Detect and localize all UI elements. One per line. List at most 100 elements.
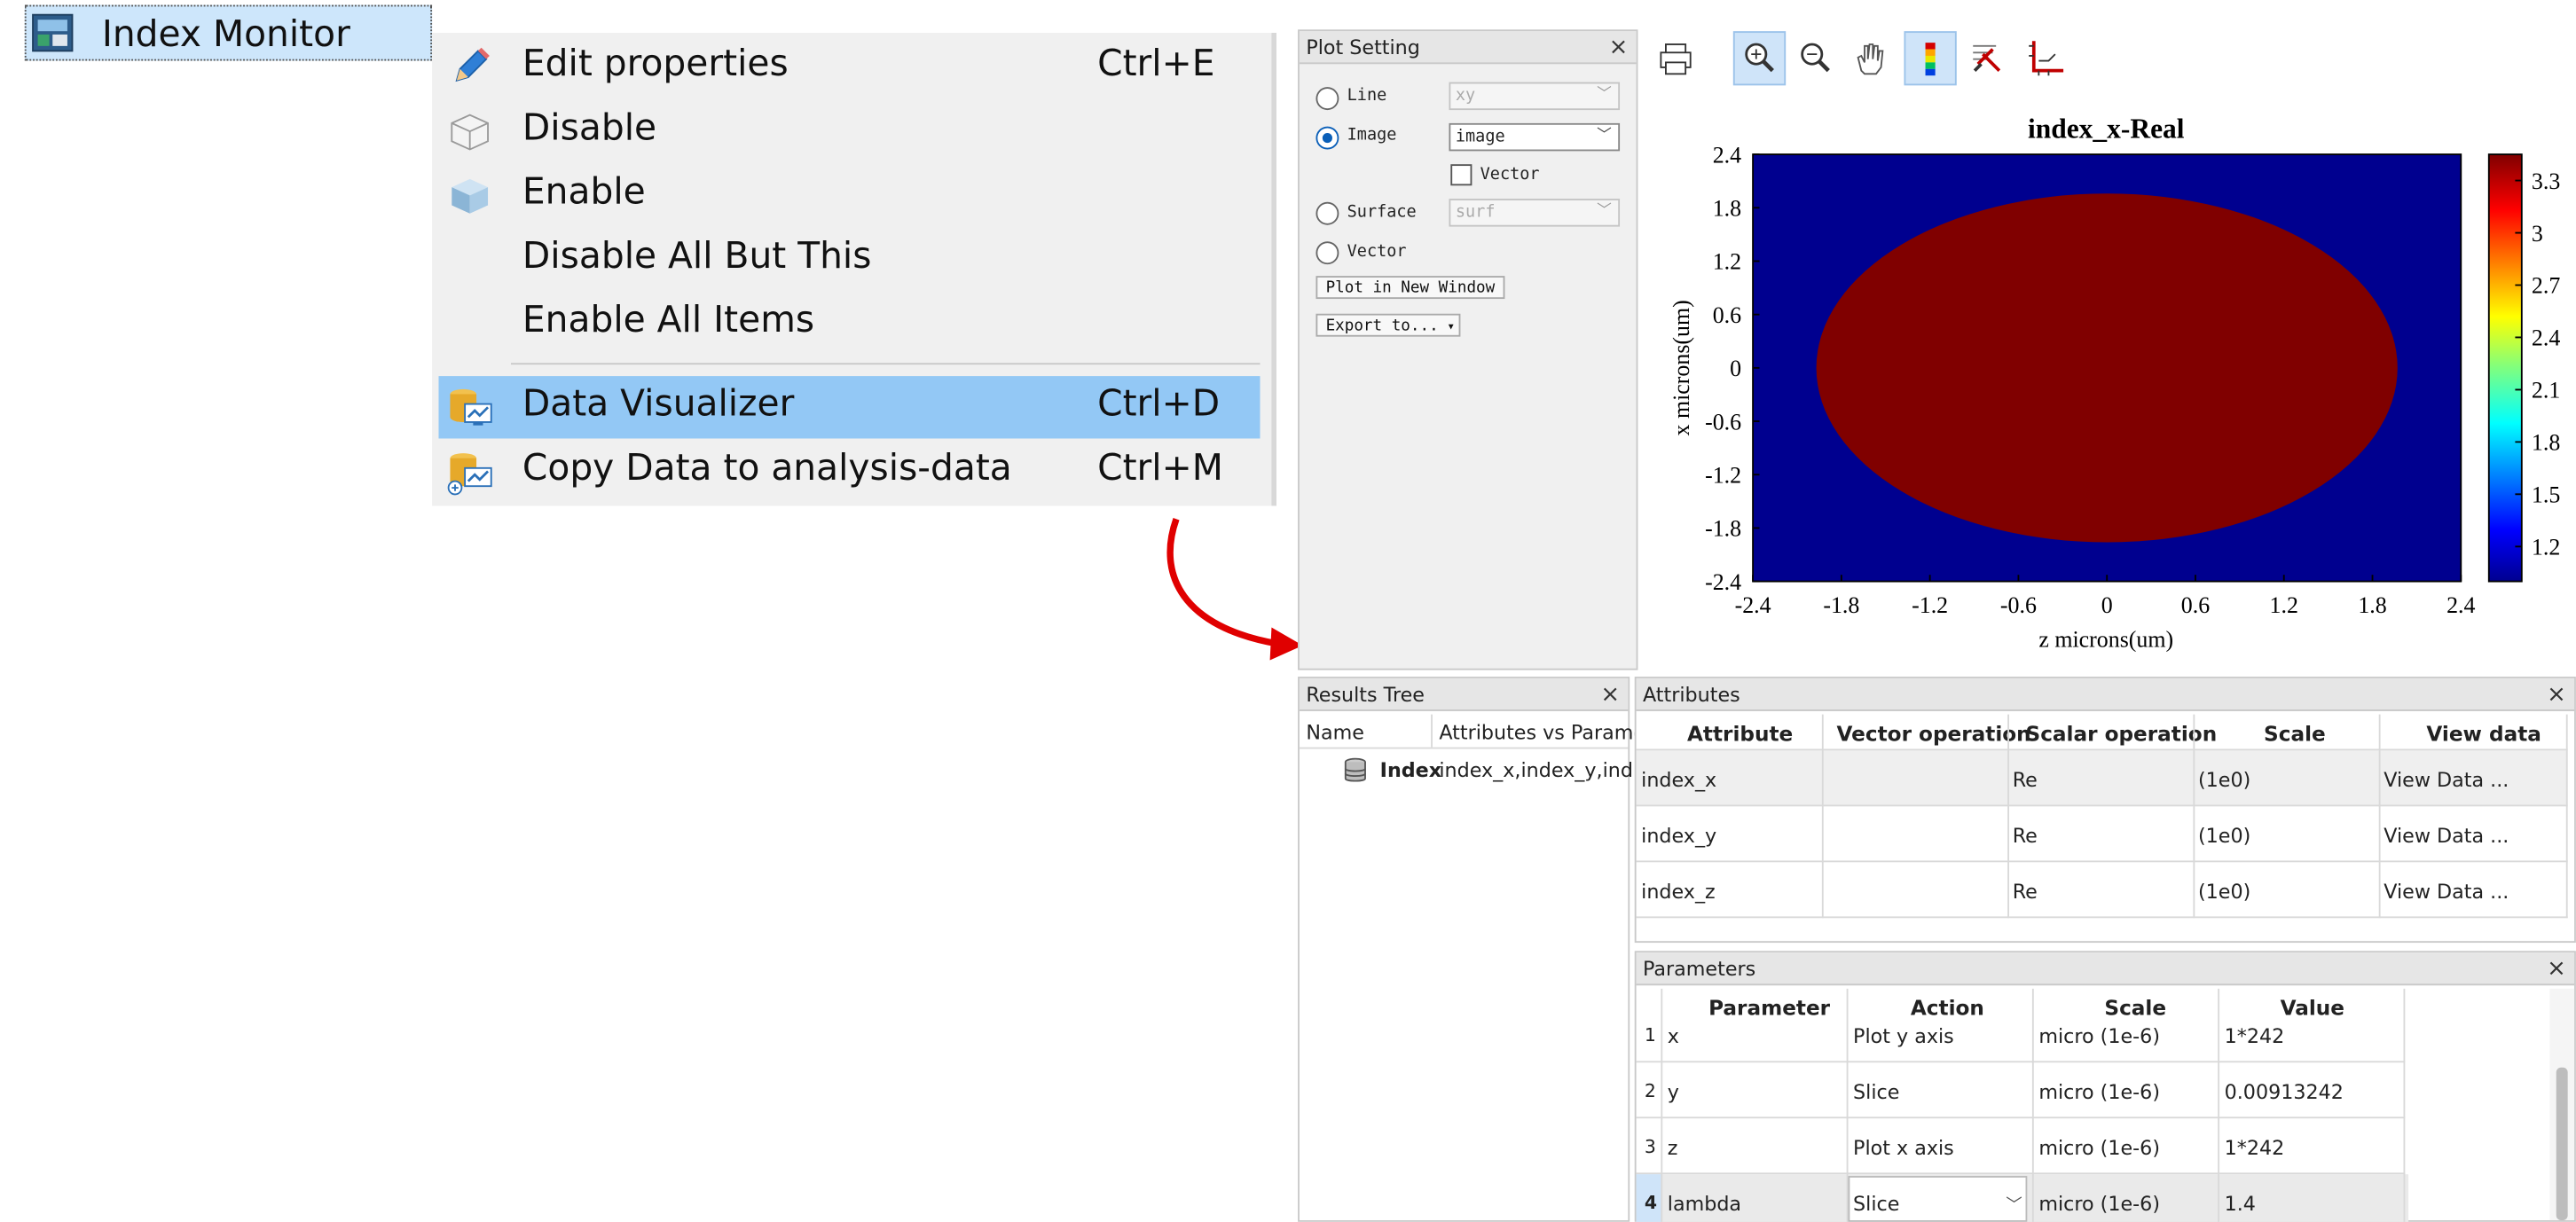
- export-to-button[interactable]: Export to... ▾: [1315, 313, 1460, 337]
- attributes-title-bar: Attributes ×: [1636, 678, 2575, 711]
- attributes-table: Attribute Vector operation Scalar operat…: [1636, 714, 2568, 936]
- zoom-in-icon: [1745, 43, 1774, 73]
- close-icon[interactable]: ×: [2547, 678, 2566, 711]
- radio-surface-label: Surface: [1347, 203, 1417, 223]
- heatmap-chart: index_x-Real -2.4 -1.8 -1.2 -0.6 0 0.6 1.2 1.8 2…: [1669, 114, 2561, 653]
- colorbar-tick-label: 1.2: [2532, 535, 2560, 560]
- print-button[interactable]: [1649, 31, 1701, 85]
- enabled-box-icon: [452, 178, 489, 214]
- menu-item-disable-all-but-this[interactable]: Disable All But This: [432, 228, 1260, 290]
- x-tick-label: 1.8: [2358, 592, 2386, 618]
- vector-checkbox-label: Vector: [1480, 166, 1540, 184]
- chart-title: index_x-Real: [2028, 114, 2185, 145]
- action-dropdown[interactable]: Slice ﹀: [1848, 1176, 2028, 1222]
- attributes-panel: Attributes × Attribute Vector operation …: [1634, 677, 2576, 944]
- axes-button[interactable]: [2019, 31, 2071, 85]
- y-axis-label: x microns(um): [1669, 300, 1694, 435]
- col-name: Name: [1306, 721, 1364, 744]
- y-axis-ticks: 2.4 1.8 1.2 0.6 0 -0.6 -1.2 -1.8 -2.4: [1705, 142, 1760, 595]
- y-tick-label: 0: [1730, 356, 1741, 381]
- table-row[interactable]: index_x Re (1e0) View Data ...: [1636, 750, 2568, 805]
- zoom-in-button[interactable]: [1732, 31, 1787, 86]
- image-select[interactable]: image ﹀: [1449, 122, 1621, 152]
- radio-line-label: Line: [1347, 87, 1387, 106]
- attr-header: View data: [2426, 721, 2541, 746]
- menu-item-edit-properties[interactable]: Edit properties Ctrl+E: [432, 36, 1260, 98]
- x-tick-label: 0: [2101, 592, 2113, 618]
- results-tree-title-bar: Results Tree ×: [1299, 678, 1629, 711]
- pan-hand-icon: [1857, 43, 1884, 75]
- y-tick-label: 1.8: [1713, 196, 1741, 222]
- surface-select: surf ﹀: [1449, 199, 1621, 227]
- colorbar-tick-label: 1.8: [2532, 430, 2560, 456]
- radio-image-label: Image: [1347, 126, 1397, 145]
- results-tree-panel: Results Tree × Name Attributes vs Parame…: [1298, 677, 1652, 1222]
- plot-toolbar: [1644, 29, 2576, 90]
- menu-item-enable[interactable]: Enable: [432, 164, 1260, 226]
- results-tree-row[interactable]: Index index_x,index_y,ind...: [1339, 754, 1652, 787]
- y-tick-label: -1.2: [1705, 462, 1741, 488]
- radio-image[interactable]: [1315, 126, 1339, 150]
- radio-line[interactable]: [1315, 87, 1339, 111]
- parameters-scrollbar[interactable]: [2549, 988, 2575, 1221]
- zoom-out-icon: [1801, 43, 1830, 73]
- colorbar-button[interactable]: [1904, 31, 1957, 86]
- results-tree-header: Name Attributes vs Parame: [1299, 714, 1645, 749]
- attr-header: Scale: [2264, 721, 2326, 746]
- plot-setting-title: Plot Setting: [1306, 35, 1420, 59]
- colorbar-tick-label: 2.4: [2532, 325, 2560, 351]
- tree-item-index-monitor[interactable]: Index Monitor: [24, 4, 433, 61]
- table-row[interactable]: 2 y Slice micro (1e-6) 0.00913242: [1637, 1062, 2408, 1116]
- axes-icon: [2029, 41, 2064, 76]
- menu-item-data-visualizer[interactable]: Data Visualizer Ctrl+D: [438, 376, 1261, 439]
- close-icon[interactable]: ×: [2547, 952, 2566, 985]
- x-tick-label: -0.6: [2000, 592, 2037, 618]
- pan-button[interactable]: [1843, 31, 1896, 85]
- y-tick-label: -1.8: [1705, 516, 1741, 542]
- index-monitor-icon: [32, 13, 74, 52]
- x-tick-label: -1.2: [1912, 592, 1948, 618]
- menu-item-copy-data[interactable]: Copy Data to analysis-data Ctrl+M: [432, 440, 1260, 502]
- table-row[interactable]: index_z Re (1e0) View Data ...: [1637, 862, 2568, 916]
- attr-header: Attribute: [1687, 721, 1794, 746]
- attr-header: Scalar operation: [2025, 721, 2218, 746]
- colorbar-tick-label: 2.7: [2532, 273, 2560, 299]
- colorbar: [2487, 153, 2523, 583]
- x-tick-label: 1.2: [2270, 592, 2298, 618]
- colorbar-tick-label: 3.3: [2532, 168, 2560, 194]
- chevron-down-icon: ﹀: [1597, 128, 1612, 145]
- zoom-out-button[interactable]: [1789, 31, 1842, 85]
- x-axis-label: z microns(um): [2038, 627, 2173, 653]
- plot-in-new-window-button[interactable]: Plot in New Window: [1315, 276, 1505, 300]
- y-tick-label: 0.6: [1713, 302, 1741, 328]
- print-icon: [1660, 43, 1692, 75]
- chevron-down-icon: ﹀: [2006, 1197, 2022, 1216]
- param-header: Scale: [2104, 995, 2167, 1021]
- vector-checkbox[interactable]: [1450, 164, 1473, 186]
- close-icon[interactable]: ×: [1600, 678, 1620, 711]
- red-arrow-icon: [1166, 518, 1303, 661]
- y-tick-label: -2.4: [1705, 569, 1741, 595]
- table-row[interactable]: index_y Re (1e0) View Data ...: [1637, 806, 2568, 860]
- results-tree-title: Results Tree: [1306, 683, 1425, 707]
- table-row[interactable]: 4 lambda Slice ﹀ micro (1e-6) 1.4: [1636, 1174, 2409, 1222]
- radio-vector[interactable]: [1315, 241, 1339, 265]
- param-header: Parameter: [1708, 995, 1831, 1021]
- chevron-down-icon: ﹀: [1597, 203, 1612, 221]
- menu-separator: [510, 363, 1261, 365]
- colorbar-tick-label: 1.5: [2532, 482, 2560, 508]
- parameters-title-bar: Parameters ×: [1636, 952, 2575, 986]
- attr-header: Vector operation: [1836, 721, 2031, 746]
- attributes-title: Attributes: [1643, 683, 1740, 707]
- close-icon[interactable]: ×: [1609, 31, 1629, 64]
- colorbar-tick-label: 2.1: [2532, 378, 2560, 403]
- menu-item-disable[interactable]: Disable: [432, 100, 1260, 162]
- x-tick-label: -2.4: [1735, 592, 1771, 618]
- scrollbar-thumb[interactable]: [2556, 1067, 2568, 1221]
- dropdown-arrow-icon: ▾: [1447, 318, 1456, 333]
- menu-item-enable-all-items[interactable]: Enable All Items: [432, 293, 1260, 355]
- radio-vector-label: Vector: [1347, 243, 1407, 262]
- radio-surface[interactable]: [1315, 201, 1339, 225]
- table-row[interactable]: 3 z Plot x axis micro (1e-6) 1*242: [1637, 1118, 2408, 1172]
- data-cursor-button[interactable]: [1959, 31, 2012, 85]
